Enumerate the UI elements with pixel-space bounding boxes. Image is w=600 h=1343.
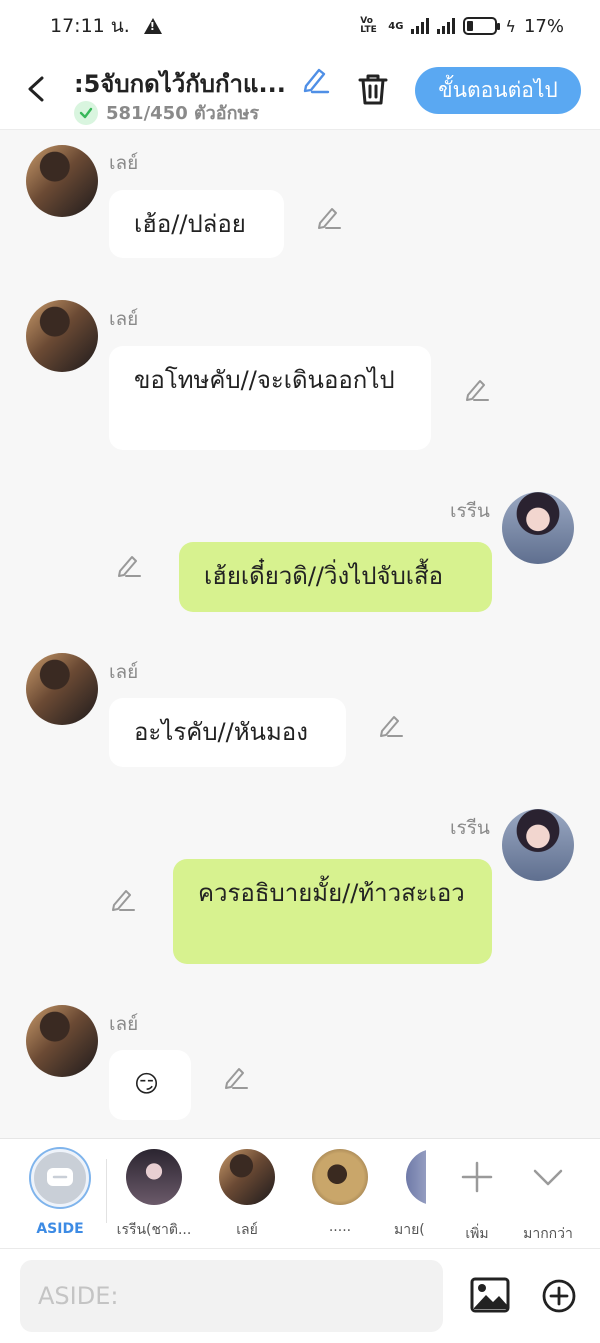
composer-bar <box>0 1248 600 1343</box>
character-avatar <box>406 1149 426 1205</box>
charging-icon: ϟ <box>505 16 516 36</box>
character-unnamed[interactable]: ..... <box>295 1149 385 1235</box>
chevron-down-icon <box>533 1169 563 1186</box>
character-avatar <box>126 1149 182 1205</box>
character-aside[interactable]: ASIDE <box>15 1149 105 1237</box>
add-circle-icon[interactable] <box>541 1278 577 1314</box>
avatar-reen[interactable] <box>502 492 574 564</box>
warning-icon <box>143 18 162 34</box>
next-step-button[interactable]: ขั้นตอนต่อไป <box>415 67 581 114</box>
message-input[interactable] <box>20 1260 443 1332</box>
edit-message-icon[interactable] <box>316 204 342 230</box>
status-indicators: Vo LTE 4G ϟ 17% <box>360 16 564 37</box>
character-may[interactable]: มาย( <box>380 1149 426 1241</box>
character-label: ..... <box>328 1219 352 1235</box>
avatar-reen[interactable] <box>502 809 574 881</box>
message-bubble[interactable]: ขอโทษคับ//จะเดินออกไป <box>109 346 431 450</box>
battery-icon <box>463 17 501 35</box>
more-label: มากกว่า <box>523 1226 573 1242</box>
network-type: 4G <box>388 20 404 32</box>
edit-message-icon[interactable] <box>116 552 142 578</box>
char-count-text: 581/450 ตัวอักษร <box>106 103 260 124</box>
trash-icon[interactable] <box>357 72 389 106</box>
edit-message-icon[interactable] <box>223 1064 249 1090</box>
status-bar: 17:11 น. Vo LTE 4G ϟ 17% <box>0 0 600 52</box>
message-bubble[interactable]: เฮ้อ//ปล่อย <box>109 190 284 258</box>
plus-icon <box>461 1161 493 1193</box>
sender-name: เลย์ <box>109 152 139 174</box>
character-label: ASIDE <box>36 1221 84 1237</box>
sender-name: เลย์ <box>109 661 139 683</box>
message-bubble[interactable]: อะไรคับ//หันมอง <box>109 698 346 767</box>
divider <box>106 1159 107 1223</box>
sender-name: เรรีน <box>450 500 490 522</box>
sender-name: เลย์ <box>109 1013 139 1035</box>
character-avatar <box>312 1149 368 1205</box>
edit-message-icon[interactable] <box>110 886 136 912</box>
message-bubble[interactable]: 😏 <box>109 1050 191 1120</box>
avatar-lay[interactable] <box>26 145 98 217</box>
edit-title-icon[interactable] <box>300 64 330 94</box>
more-characters-button[interactable]: มากกว่า <box>503 1149 593 1245</box>
chat-bubble-icon <box>47 1168 73 1186</box>
message-bubble[interactable]: ควรอธิบายมั้ย//ท้าวสะเอว <box>173 859 492 964</box>
sender-name: เลย์ <box>109 308 139 330</box>
avatar-lay[interactable] <box>26 653 98 725</box>
battery-percent: 17% <box>523 15 564 37</box>
aside-avatar <box>31 1149 89 1207</box>
char-counter: 581/450 ตัวอักษร <box>74 98 259 127</box>
volte-icon: Vo LTE <box>360 16 377 35</box>
avatar-lay[interactable] <box>26 1005 98 1077</box>
character-reen[interactable]: เรรีน(ชาติ... <box>109 1149 199 1241</box>
signal-icon-2 <box>437 18 456 34</box>
signal-icon <box>411 18 430 34</box>
character-label: มาย( <box>394 1222 425 1238</box>
sender-name: เรรีน <box>450 817 490 839</box>
character-selector: ASIDE เรรีน(ชาติ... เลย์ ..... มาย( เพิ่… <box>0 1138 600 1248</box>
edit-message-icon[interactable] <box>378 712 404 738</box>
status-time: 17:11 น. <box>50 15 130 37</box>
header: :5จับกดไว้กับกำแ... 581/450 ตัวอักษร ขั้… <box>0 52 600 130</box>
check-icon <box>74 100 98 125</box>
image-icon[interactable] <box>470 1277 510 1313</box>
character-label: เรรีน(ชาติ... <box>116 1222 192 1238</box>
chat-area[interactable]: เลย์ เฮ้อ//ปล่อย เลย์ ขอโทษคับ//จะเดินออ… <box>0 130 600 1138</box>
character-label: เลย์ <box>236 1222 258 1238</box>
character-avatar <box>219 1149 275 1205</box>
message-bubble[interactable]: เฮ้ยเดี๋ยวดิ//วิ่งไปจับเสื้อ <box>179 542 492 612</box>
edit-message-icon[interactable] <box>464 376 490 402</box>
back-arrow-icon[interactable] <box>24 74 50 104</box>
avatar-lay[interactable] <box>26 300 98 372</box>
character-lay[interactable]: เลย์ <box>202 1149 292 1241</box>
